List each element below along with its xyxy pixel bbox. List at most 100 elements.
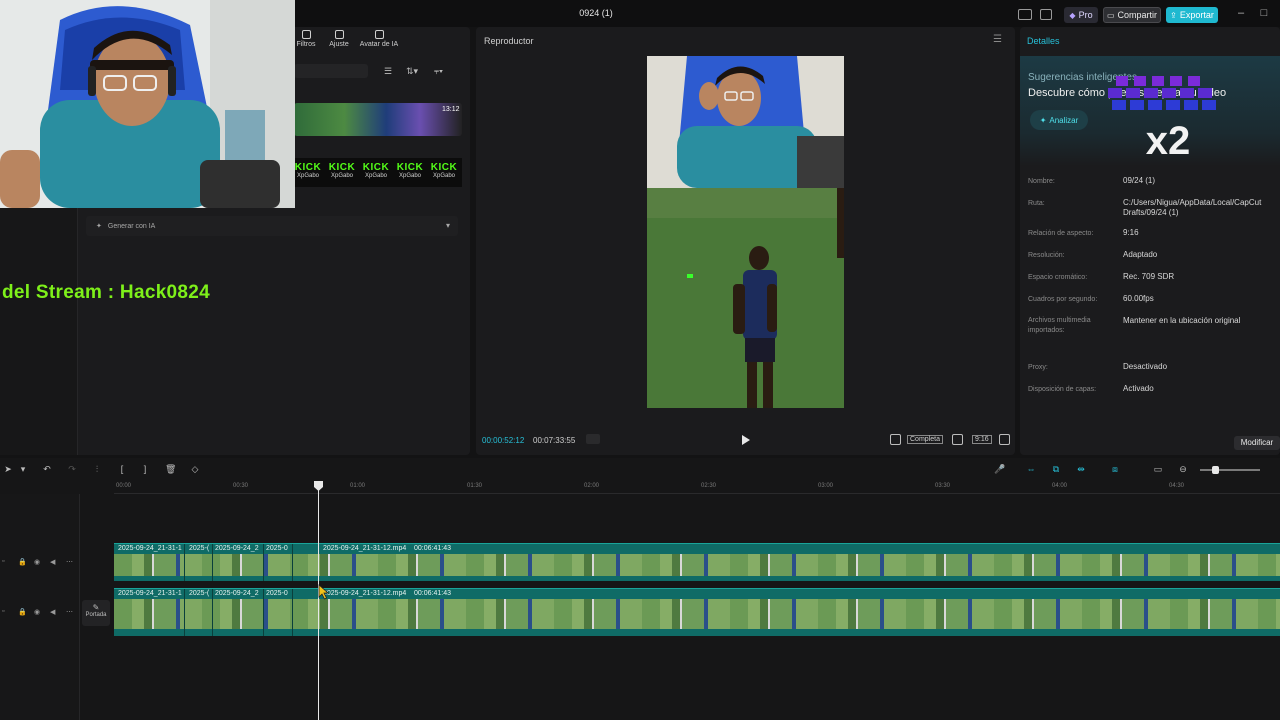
magnet-icon[interactable]: ⧉ [1051, 464, 1061, 474]
redo-icon[interactable]: ↷ [67, 464, 77, 474]
edit-icon: ✎ [92, 603, 100, 612]
list-view-icon[interactable]: ☰ [384, 66, 392, 77]
analyze-button[interactable]: ✦ Analizar [1030, 110, 1088, 130]
select-tool-icon[interactable]: ➤ [3, 464, 13, 474]
field-label: Resolución: [1028, 252, 1065, 259]
preview-frame-match[interactable] [647, 188, 844, 408]
panel-icon[interactable] [1040, 9, 1052, 20]
export-button[interactable]: ⇪ Exportar [1166, 7, 1218, 23]
maximize-icon[interactable]: □ [1257, 6, 1271, 20]
marker-icon[interactable]: ◇ [190, 464, 200, 474]
speaker-icon[interactable]: ◀ [50, 558, 55, 566]
aspect-ratio-button[interactable]: 9:16 [972, 435, 992, 444]
lock-icon[interactable]: 🔒 [18, 558, 27, 566]
trim-right-icon[interactable]: ] [140, 464, 150, 474]
layout-icon[interactable] [1018, 9, 1032, 20]
quality-button[interactable]: Completa [907, 435, 943, 444]
time-ruler[interactable] [114, 480, 1280, 494]
trim-left-icon[interactable]: [ [117, 464, 127, 474]
minimize-icon[interactable]: – [1234, 6, 1248, 20]
zoom-slider[interactable] [1200, 469, 1260, 471]
caption-icon[interactable]: ▭ [1153, 464, 1163, 474]
more-icon[interactable]: ⋯ [66, 558, 73, 566]
sparkle-icon: ✦ [1039, 115, 1047, 125]
capcut-editor: 0924 (1) ◆ Pro ▭ Compartir ⇪ Exportar – … [0, 0, 1280, 720]
playhead-handle[interactable] [314, 481, 323, 491]
kick-sticker-strip[interactable]: KICK XpGabo KICK XpGabo KICK XpGabo KICK XpG… [290, 158, 462, 187]
share-button[interactable]: ▭ Compartir [1103, 7, 1161, 23]
sparkle-icon: ✦ [96, 223, 102, 230]
field-label: Espacio cromático: [1028, 274, 1088, 281]
clip-divider [263, 589, 264, 636]
kick-user: XpGabo [296, 173, 320, 179]
tab-ai-avatar[interactable]: Avatar de IA [356, 30, 402, 48]
chevron-down-icon: ▾ [445, 221, 450, 230]
sort-icon[interactable]: ⇅▾ [406, 66, 418, 77]
ruler-tick: 00:00 [116, 483, 132, 489]
more-icon[interactable]: ⋯ [66, 608, 73, 616]
delete-icon[interactable]: 🗑 [165, 464, 176, 474]
eye-icon[interactable]: ◉ [34, 558, 40, 566]
menu-icon[interactable]: ☰ [993, 34, 1002, 45]
kick-brand: KICK [294, 162, 322, 173]
track-toggle-icon[interactable]: ▫ [2, 608, 4, 615]
filters-icon [301, 30, 311, 39]
video-track-main[interactable]: 2025-09-24_21-31-1 2025-( 2025-09-24_2 2… [114, 588, 1280, 636]
playhead[interactable] [318, 482, 319, 720]
zoom-slider-handle[interactable] [1212, 466, 1219, 474]
fullscreen-icon[interactable] [999, 434, 1010, 445]
clip-label: 2025-0 [266, 545, 288, 552]
cover-label: Portada [85, 612, 107, 618]
kick-user: XpGabo [398, 173, 422, 179]
field-label: Archivos multimedia importados: [1028, 317, 1091, 334]
focus-icon[interactable] [952, 434, 963, 445]
preview-axis-icon[interactable]: ⧈ [1110, 464, 1120, 474]
clip-label: 2025-( [189, 590, 210, 597]
ruler-tick: 03:00 [818, 483, 834, 489]
snap-icon[interactable]: ⇹ [1076, 464, 1086, 474]
details-title[interactable]: Detalles [1027, 36, 1060, 46]
project-title: 0924 (1) [579, 8, 613, 18]
microphone-icon[interactable]: 🎤 [994, 464, 1005, 474]
tab-filters-label: Filtros [296, 41, 316, 48]
lock-icon[interactable]: 🔒 [18, 608, 27, 616]
pro-badge[interactable]: ◆ Pro [1064, 7, 1098, 23]
link-icon[interactable]: ⇔ [1026, 464, 1036, 474]
cover-button[interactable]: ✎ Portada [82, 600, 110, 626]
video-track-overlay[interactable]: 2025-09-24_21-31-1 2025-( 2025-09-24_2 2… [114, 543, 1280, 581]
field-value: Mantener en la ubicación original [1123, 316, 1241, 325]
split-icon[interactable]: ⫶ [92, 464, 102, 474]
media-thumbnail[interactable] [294, 103, 462, 136]
chevron-down-icon[interactable]: ▾ [18, 464, 28, 474]
generate-ai-label: Generar con IA [107, 222, 156, 230]
clip-frames [114, 554, 1280, 576]
play-icon[interactable] [739, 434, 751, 446]
field-value: Adaptado [1123, 250, 1158, 259]
track-toggle-icon[interactable]: ▫ [2, 558, 4, 565]
field-value: C:/Users/Nigua/AppData/Local/CapCut Draf… [1123, 198, 1262, 217]
stream-overlay-text: del Stream : Hack0824 [2, 282, 211, 303]
crop-icon[interactable] [890, 434, 901, 445]
timecode-toggle-icon[interactable] [586, 434, 600, 444]
clip-frames [114, 599, 1280, 629]
ruler-tick: 02:00 [584, 483, 600, 489]
clip-label: 2025-09-24_21-31-12.mp4 [323, 545, 407, 552]
generate-ai-dropdown[interactable]: ✦ Generar con IA ▾ [86, 216, 458, 236]
adjust-icon [334, 30, 344, 39]
ruler-tick: 04:30 [1169, 483, 1185, 489]
modify-button[interactable]: Modificar [1234, 436, 1280, 450]
clip-divider [184, 589, 185, 636]
clip-label: 2025-( [189, 545, 210, 552]
speaker-icon[interactable]: ◀ [50, 608, 55, 616]
zoom-out-icon[interactable]: ⊖ [1178, 464, 1188, 474]
undo-icon[interactable]: ↶ [42, 464, 52, 474]
filter-icon[interactable]: ⫧▾ [434, 66, 443, 77]
ruler-tick: 00:30 [233, 483, 249, 489]
ruler-tick: 01:30 [467, 483, 483, 489]
tab-adjust[interactable]: Ajuste [319, 30, 359, 48]
media-search-input[interactable] [294, 64, 368, 78]
track-headers [0, 494, 80, 720]
kick-brand: KICK [430, 162, 458, 173]
preview-frame-webcam[interactable] [647, 56, 844, 188]
eye-icon[interactable]: ◉ [34, 608, 40, 616]
